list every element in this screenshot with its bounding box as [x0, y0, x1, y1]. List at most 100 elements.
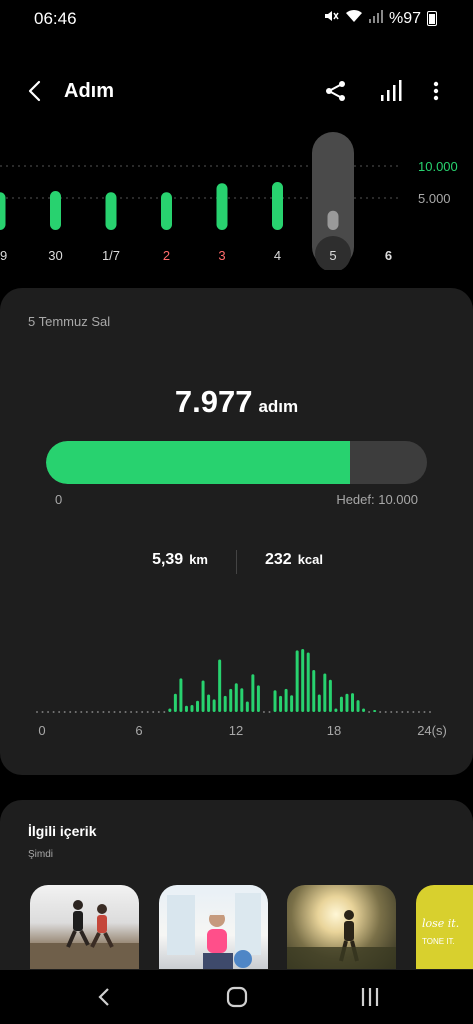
- hour-dot-42: [268, 711, 271, 713]
- hour-bar-59: [362, 708, 366, 712]
- hour-dot-23: [163, 711, 166, 713]
- related-item-sunset-run[interactable]: [287, 885, 396, 969]
- hour-bar-56: [345, 693, 349, 712]
- hour-bar-30: [201, 680, 205, 712]
- hour-dot-69: [417, 711, 420, 713]
- distance-stat: 5,39 km: [152, 551, 208, 569]
- status-icons: %97: [323, 9, 437, 28]
- hour-bar-33: [218, 659, 222, 712]
- hour-bar-58: [356, 700, 360, 712]
- hour-dot-64: [390, 711, 393, 713]
- nav-home-button[interactable]: [217, 982, 257, 1012]
- hour-bar-37: [240, 688, 244, 712]
- chevron-left-icon: [28, 80, 41, 102]
- hour-axis-label-1: 6: [135, 723, 142, 738]
- hour-dot-21: [152, 711, 155, 713]
- hour-dot-5: [63, 711, 66, 713]
- bar-chart-icon: [381, 80, 402, 101]
- share-button[interactable]: [322, 76, 350, 106]
- weekly-chart-svg: 10.000 5.000 29 30 1/7 2 3 4 5 6: [0, 132, 458, 272]
- hour-axis-label-4: 24(s): [417, 723, 447, 738]
- hour-bar-55: [339, 696, 343, 712]
- hour-dot-17: [130, 711, 133, 713]
- battery-text: %97: [388, 9, 421, 27]
- calories-value: 232: [265, 551, 292, 568]
- day-bar-1: [50, 190, 61, 230]
- hour-bar-54: [334, 708, 338, 712]
- related-item-running[interactable]: [30, 885, 139, 969]
- related-subtitle: Şimdi: [28, 849, 54, 860]
- hour-bar-50: [312, 670, 316, 712]
- wifi-icon: [345, 9, 363, 28]
- day-label-6: 5: [329, 248, 336, 263]
- more-options-button[interactable]: [424, 76, 452, 106]
- hour-dot-41: [262, 711, 265, 713]
- hour-bar-27: [184, 705, 188, 712]
- hour-dot-7: [74, 711, 77, 713]
- distance-unit: km: [189, 552, 208, 567]
- hour-bar-36: [234, 683, 238, 712]
- chart-view-button[interactable]: [377, 76, 405, 106]
- distance-value: 5,39: [152, 551, 184, 568]
- progress-goal-label: Hedef: 10.000: [336, 492, 418, 507]
- hour-dot-67: [406, 711, 409, 713]
- nav-recents-button[interactable]: [350, 982, 390, 1012]
- day-label-2: 1/7: [102, 248, 120, 263]
- half-tick-label: 5.000: [418, 191, 451, 206]
- nav-back-button[interactable]: [86, 982, 126, 1012]
- hour-dot-68: [412, 711, 415, 713]
- running-couple-image: [30, 900, 139, 969]
- back-button[interactable]: [22, 76, 50, 106]
- day-label-1: 30: [48, 248, 62, 263]
- hour-dot-20: [146, 711, 149, 713]
- calories-stat: 232 kcal: [265, 551, 323, 569]
- status-bar: 06:46 %97: [0, 0, 473, 36]
- related-item-lose-it[interactable]: lose it. TONE IT.: [416, 885, 473, 969]
- hour-bar-53: [328, 679, 332, 712]
- hour-bar-46: [290, 695, 294, 712]
- app-header: Adım: [0, 66, 473, 116]
- day-bar-3: [161, 192, 172, 230]
- hour-bar-35: [229, 688, 233, 712]
- hour-dot-12: [102, 711, 105, 713]
- battery-icon: [427, 11, 437, 26]
- day-bar-5: [272, 182, 283, 230]
- day-label-0: 29: [0, 248, 7, 263]
- lose-it-text: lose it.: [422, 917, 460, 930]
- related-item-workout[interactable]: [159, 885, 268, 969]
- hour-bar-38: [245, 701, 249, 712]
- hour-dot-4: [58, 711, 61, 713]
- hour-axis-label-2: 12: [229, 723, 243, 738]
- progress-min-label: 0: [55, 492, 63, 507]
- hour-dot-6: [69, 711, 72, 713]
- hour-bar-44: [279, 695, 283, 712]
- day-label-4: 3: [218, 248, 225, 263]
- hour-bar-47: [295, 650, 299, 712]
- hour-dot-9: [85, 711, 88, 713]
- hour-bar-29: [196, 700, 200, 712]
- day-bar-2: [105, 192, 117, 230]
- hour-dot-63: [384, 711, 387, 713]
- hour-bar-45: [284, 688, 288, 712]
- hour-bar-49: [306, 652, 310, 712]
- goal-progress-bar: [46, 441, 427, 484]
- goal-progress-fill: [46, 441, 350, 484]
- hour-bar-40: [256, 685, 260, 712]
- hour-dot-22: [157, 711, 160, 713]
- system-navigation-bar: [0, 970, 473, 1024]
- hour-dot-18: [135, 711, 138, 713]
- hour-bar-31: [207, 694, 211, 712]
- hour-dot-3: [52, 711, 55, 713]
- weekly-steps-chart[interactable]: 10.000 5.000 29 30 1/7 2 3 4 5 6: [0, 130, 473, 272]
- day-bar-4: [216, 183, 228, 230]
- hour-bar-57: [351, 693, 355, 712]
- day-label-3: 2: [163, 248, 170, 263]
- hour-dot-8: [80, 711, 83, 713]
- stats-divider: [236, 550, 237, 574]
- hour-dot-13: [107, 711, 110, 713]
- hour-dot-10: [91, 711, 94, 713]
- hour-dot-11: [96, 711, 99, 713]
- hourly-steps-chart: 0 6 12 18 24(s): [0, 630, 473, 742]
- hour-dot-66: [401, 711, 404, 713]
- mute-icon: [323, 9, 339, 28]
